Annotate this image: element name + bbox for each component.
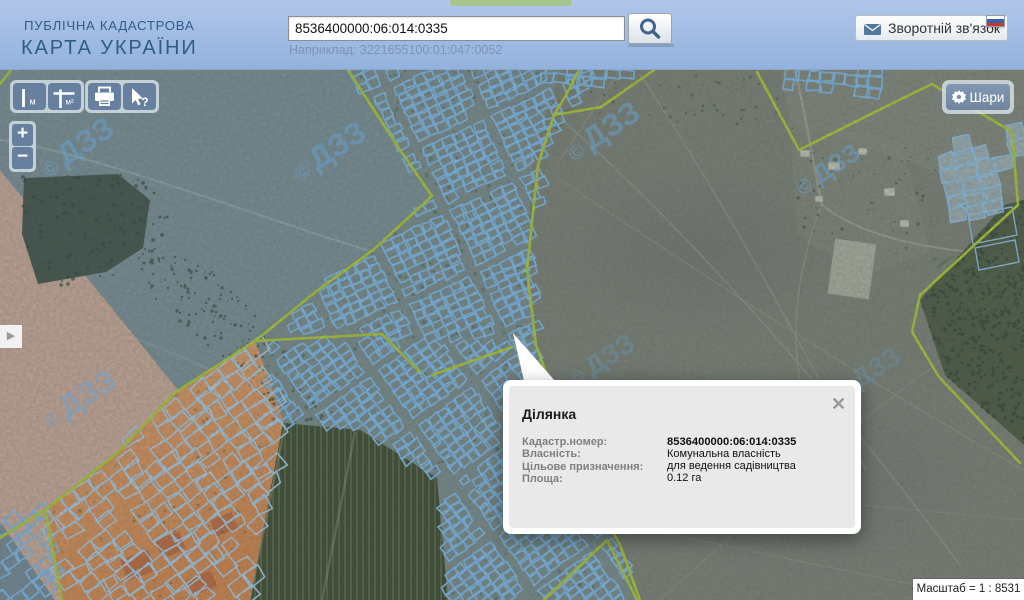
svg-text:м²: м² [66,98,75,107]
svg-text:м: м [30,97,36,107]
svg-text:?: ? [142,97,149,109]
